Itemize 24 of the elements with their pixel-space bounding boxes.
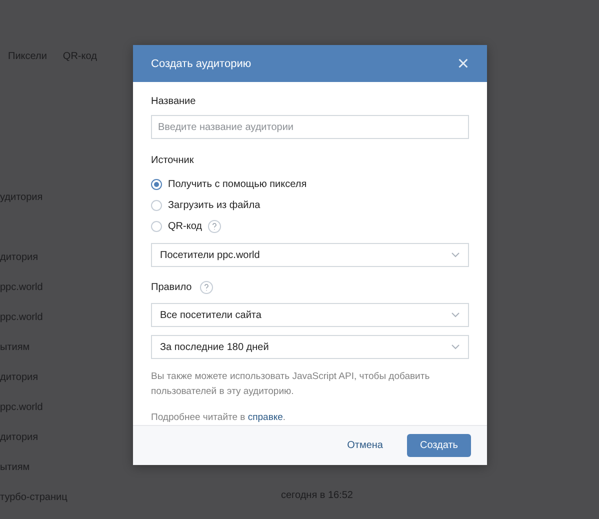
dropdown[interactable]: Посетители ppc.world xyxy=(151,243,469,268)
radio-button[interactable] xyxy=(151,179,162,190)
cancel-button[interactable]: Отмена xyxy=(341,439,389,452)
help-link[interactable]: справке xyxy=(248,412,283,424)
note-text: Вы также можете использовать JavaScript API, чтобы добавить пользователей в эту аудиторию. xyxy=(151,370,431,400)
radio-label[interactable]: Получить с помощью пикселя xyxy=(168,179,307,190)
help-icon[interactable] xyxy=(208,220,221,234)
radio-button[interactable] xyxy=(151,200,162,212)
field-label: Название xyxy=(151,96,197,108)
field-label: Источник xyxy=(151,155,195,166)
dropdown[interactable]: Все посетители сайта xyxy=(151,303,469,328)
dialog-title: Создать аудиторию xyxy=(151,58,252,70)
radio-label[interactable]: Загрузить из файла xyxy=(168,200,260,212)
create-button[interactable]: Создать xyxy=(406,434,471,458)
input-field[interactable]: Введите название аудитории xyxy=(151,115,469,140)
field-label: Правило xyxy=(151,282,192,294)
help-icon[interactable] xyxy=(200,281,213,294)
help-text: Подробнее читайте в справке. xyxy=(151,411,287,426)
chevron-down-icon xyxy=(451,312,460,318)
chevron-down-icon xyxy=(451,252,460,258)
radio-button[interactable] xyxy=(151,221,162,232)
chevron-down-icon xyxy=(451,344,460,350)
radio-label[interactable]: QR-код xyxy=(168,221,202,232)
dropdown[interactable]: За последние 180 дней xyxy=(151,335,469,360)
